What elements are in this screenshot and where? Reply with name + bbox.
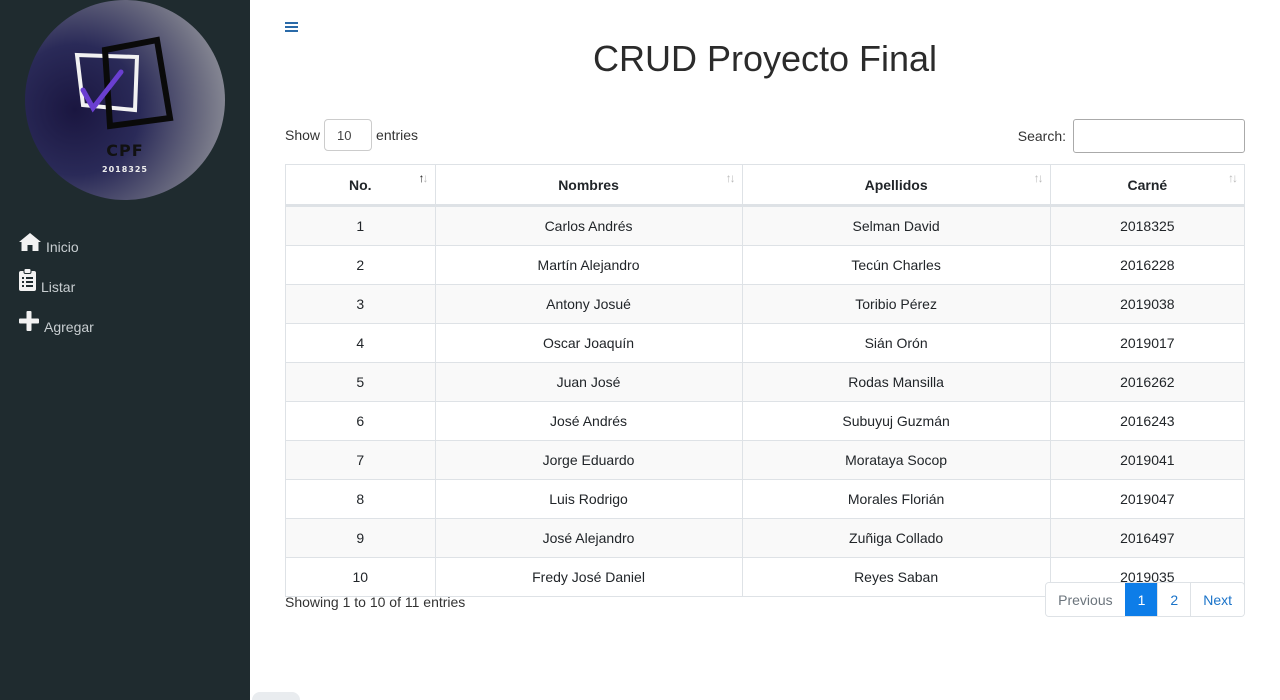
table-row: 8 Luis Rodrigo Morales Florián 2019047 bbox=[285, 479, 1246, 519]
table-cell: Morales Florián bbox=[741, 479, 1051, 519]
table-cell: Zuñiga Collado bbox=[741, 518, 1051, 558]
menu-toggle-icon[interactable] bbox=[285, 20, 301, 38]
table-cell: José Alejandro bbox=[434, 518, 743, 558]
search-input[interactable] bbox=[1073, 119, 1245, 153]
table-cell: 2016243 bbox=[1049, 401, 1246, 441]
table-cell: José Andrés bbox=[434, 401, 743, 441]
search-label: Search: bbox=[1017, 128, 1066, 144]
sidebar-item-listar[interactable]: Listar bbox=[18, 268, 75, 295]
show-label: Show bbox=[285, 127, 321, 143]
table-cell: Rodas Mansilla bbox=[741, 362, 1051, 402]
table-info: Showing 1 to 10 of 11 entries bbox=[285, 594, 466, 610]
table-row: 9 José Alejandro Zuñiga Collado 2016497 bbox=[285, 518, 1246, 558]
sort-icon: ↑↓ bbox=[725, 171, 736, 185]
table-cell: Fredy José Daniel bbox=[434, 557, 743, 597]
table-cell: Sián Orón bbox=[741, 323, 1051, 363]
table-row: 3 Antony Josué Toribio Pérez 2019038 bbox=[285, 284, 1246, 324]
table-cell: Toribio Pérez bbox=[741, 284, 1051, 324]
sidebar-item-label: Listar bbox=[41, 279, 76, 295]
search-control: Search: bbox=[1018, 119, 1245, 153]
sidebar-item-inicio[interactable]: Inicio bbox=[18, 232, 79, 255]
table-cell: 7 bbox=[285, 440, 436, 480]
page-title: CRUD Proyecto Final bbox=[592, 38, 938, 79]
scroll-corner bbox=[252, 692, 300, 700]
table-cell: Martín Alejandro bbox=[434, 245, 743, 285]
table-cell: 4 bbox=[285, 323, 436, 363]
sidebar-item-agregar[interactable]: Agregar bbox=[18, 310, 94, 335]
table-cell: 9 bbox=[285, 518, 436, 558]
page-button-1[interactable]: 1 bbox=[1124, 583, 1158, 616]
sidebar-item-label: Inicio bbox=[46, 239, 79, 255]
students-table: No. ↑↓ Nombres ↑↓ Apellidos ↑↓ Carné ↑↓ 1 Car… bbox=[285, 164, 1246, 597]
length-control: Show 10 entries bbox=[285, 119, 418, 151]
clipboard-list-icon bbox=[18, 268, 37, 295]
table-cell: 2016228 bbox=[1049, 245, 1246, 285]
table-cell: 2016497 bbox=[1049, 518, 1246, 558]
logo: CPF 2018325 bbox=[25, 0, 225, 200]
sort-icon: ↑↓ bbox=[1228, 171, 1238, 185]
table-row: 7 Jorge Eduardo Morataya Socop 2019041 bbox=[285, 440, 1246, 480]
home-icon bbox=[18, 232, 42, 255]
table-cell: 5 bbox=[285, 362, 436, 402]
table-cell: 2016262 bbox=[1049, 362, 1246, 402]
table-cell: Carlos Andrés bbox=[434, 205, 743, 246]
column-header-nombres[interactable]: Nombres ↑↓ bbox=[434, 164, 743, 207]
table-cell: 2019017 bbox=[1049, 323, 1246, 363]
table-cell: 2019041 bbox=[1049, 440, 1246, 480]
table-cell: 10 bbox=[285, 557, 436, 597]
table-cell: 3 bbox=[285, 284, 436, 324]
sort-icon: ↑↓ bbox=[418, 171, 429, 185]
column-header-no[interactable]: No. ↑↓ bbox=[285, 164, 436, 207]
table-cell: 6 bbox=[285, 401, 436, 441]
table-row: 4 Oscar Joaquín Sián Orón 2019017 bbox=[285, 323, 1246, 363]
table-cell: Antony Josué bbox=[434, 284, 743, 324]
table-row: 5 Juan José Rodas Mansilla 2016262 bbox=[285, 362, 1246, 402]
previous-button[interactable]: Previous bbox=[1046, 583, 1125, 616]
sidebar-item-label: Agregar bbox=[44, 319, 94, 335]
table-cell: Oscar Joaquín bbox=[434, 323, 743, 363]
plus-icon bbox=[18, 310, 40, 335]
table-cell: 1 bbox=[285, 205, 436, 246]
entries-select[interactable]: 10 bbox=[324, 119, 373, 151]
table-cell: Tecún Charles bbox=[741, 245, 1051, 285]
sidebar: CPF 2018325 Inicio Listar Agregar bbox=[0, 0, 250, 700]
entries-label: entries bbox=[376, 127, 419, 143]
table-row: 2 Martín Alejandro Tecún Charles 2016228 bbox=[285, 245, 1246, 285]
sort-icon: ↑↓ bbox=[1033, 171, 1044, 185]
page-button-2[interactable]: 2 bbox=[1157, 583, 1191, 616]
table-cell: Subuyuj Guzmán bbox=[741, 401, 1051, 441]
column-header-carne[interactable]: Carné ↑↓ bbox=[1049, 164, 1246, 207]
logo-title: CPF bbox=[106, 141, 144, 160]
logo-subtitle: 2018325 bbox=[102, 165, 148, 174]
table-cell: Reyes Saban bbox=[741, 557, 1051, 597]
table-cell: 2 bbox=[285, 245, 436, 285]
pagination: Previous 1 2 Next bbox=[1045, 582, 1245, 617]
table-cell: 2018325 bbox=[1049, 205, 1246, 246]
next-button[interactable]: Next bbox=[1190, 583, 1244, 616]
column-header-apellidos[interactable]: Apellidos ↑↓ bbox=[741, 164, 1051, 207]
table-row: 1 Carlos Andrés Selman David 2018325 bbox=[285, 205, 1246, 246]
table-cell: Jorge Eduardo bbox=[434, 440, 743, 480]
table-cell: 8 bbox=[285, 479, 436, 519]
table-cell: Juan José bbox=[434, 362, 743, 402]
table-cell: Luis Rodrigo bbox=[434, 479, 743, 519]
table-cell: 2019038 bbox=[1049, 284, 1246, 324]
table-row: 6 José Andrés Subuyuj Guzmán 2016243 bbox=[285, 401, 1246, 441]
table-cell: Morataya Socop bbox=[741, 440, 1051, 480]
table-cell: 2019047 bbox=[1049, 479, 1246, 519]
table-cell: Selman David bbox=[741, 205, 1051, 246]
table-header-row: No. ↑↓ Nombres ↑↓ Apellidos ↑↓ Carné ↑↓ bbox=[285, 164, 1246, 207]
